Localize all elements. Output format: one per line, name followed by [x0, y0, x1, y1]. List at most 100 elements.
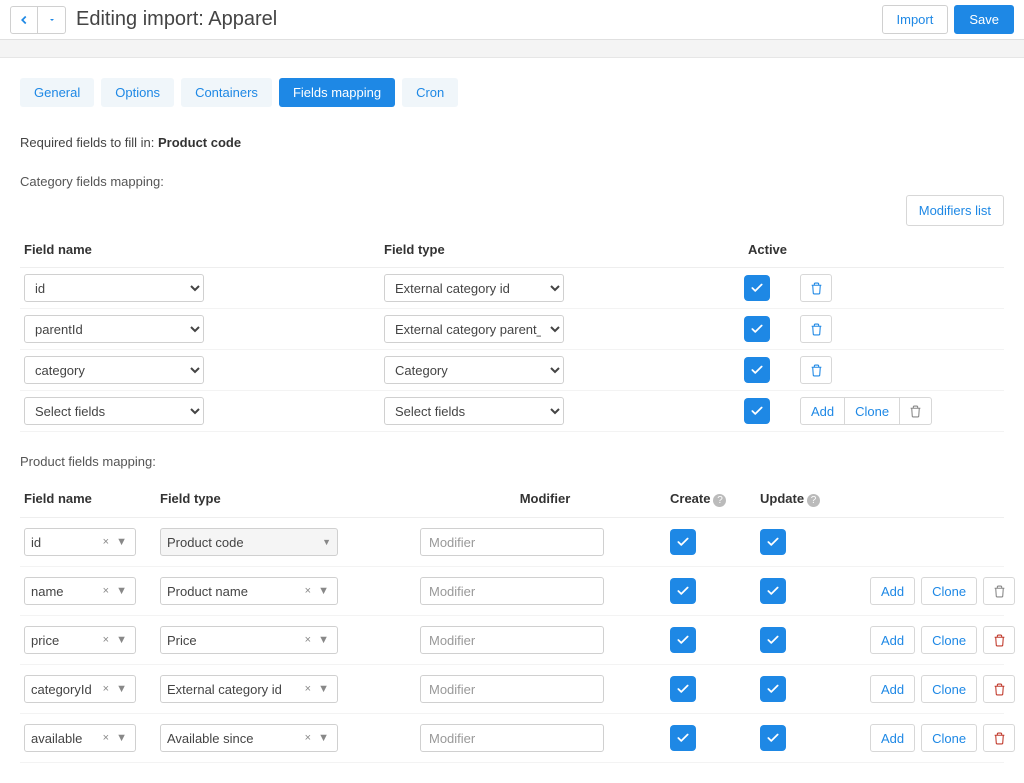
field-type-select[interactable]: Category	[384, 356, 564, 384]
add-button[interactable]: Add	[870, 724, 915, 752]
modifier-input[interactable]	[420, 577, 604, 605]
import-button[interactable]: Import	[882, 5, 949, 34]
delete-button[interactable]	[983, 626, 1015, 654]
page-header: Editing import: Apparel Import Save	[0, 0, 1024, 40]
category-table-header: Field name Field type Active	[20, 236, 1004, 268]
field-name-select[interactable]: id	[24, 274, 204, 302]
prod-header-create: Create?	[670, 491, 760, 507]
product-section-title: Product fields mapping:	[20, 454, 1004, 469]
page-title: Editing import: Apparel	[76, 8, 882, 31]
back-dropdown-button[interactable]	[38, 6, 66, 34]
create-checkbox[interactable]	[670, 725, 696, 751]
save-button[interactable]: Save	[954, 5, 1014, 34]
modifier-input[interactable]	[420, 528, 604, 556]
category-section-title: Category fields mapping:	[20, 174, 1004, 189]
field-name-select[interactable]: Select fields	[24, 397, 204, 425]
product-row: available× ▼ Available since× ▼ AddClone	[20, 714, 1004, 763]
update-checkbox[interactable]	[760, 529, 786, 555]
field-name-select[interactable]: name× ▼	[24, 577, 136, 605]
field-type-select[interactable]: External category id	[384, 274, 564, 302]
prod-header-field-type: Field type	[160, 491, 420, 507]
modifiers-list-button[interactable]: Modifiers list	[906, 195, 1004, 226]
update-checkbox[interactable]	[760, 676, 786, 702]
category-row: parentId External category parent_id	[20, 309, 1004, 350]
cat-header-active: Active	[744, 242, 1000, 257]
create-checkbox[interactable]	[670, 627, 696, 653]
required-fields-prefix: Required fields to fill in:	[20, 135, 158, 150]
category-row: id External category id	[20, 268, 1004, 309]
caret-down-icon	[48, 16, 56, 24]
product-row: price× ▼ Price× ▼ AddClone	[20, 616, 1004, 665]
field-type-select[interactable]: External category parent_id	[384, 315, 564, 343]
add-button[interactable]: Add	[870, 577, 915, 605]
category-row: Select fields Select fields AddClone	[20, 391, 1004, 432]
delete-button[interactable]	[983, 724, 1015, 752]
field-type-select[interactable]: Product code▼	[160, 528, 338, 556]
prod-header-field-name: Field name	[24, 491, 160, 507]
create-checkbox[interactable]	[670, 578, 696, 604]
product-row: name× ▼ Product name× ▼ AddClone	[20, 567, 1004, 616]
tab-containers[interactable]: Containers	[181, 78, 272, 107]
delete-button[interactable]	[983, 577, 1015, 605]
modifier-input[interactable]	[420, 675, 604, 703]
required-fields-value: Product code	[158, 135, 241, 150]
field-type-select[interactable]: Product name× ▼	[160, 577, 338, 605]
product-row: id× ▼ Product code▼	[20, 518, 1004, 567]
modifier-input[interactable]	[420, 724, 604, 752]
field-type-select[interactable]: Price× ▼	[160, 626, 338, 654]
create-checkbox[interactable]	[670, 529, 696, 555]
field-type-select[interactable]: Available since× ▼	[160, 724, 338, 752]
back-button[interactable]	[10, 6, 38, 34]
back-button-group	[10, 6, 66, 34]
field-name-select[interactable]: parentId	[24, 315, 204, 343]
add-button[interactable]: Add	[870, 675, 915, 703]
tab-options[interactable]: Options	[101, 78, 174, 107]
arrow-left-icon	[17, 13, 31, 27]
cat-header-field-name: Field name	[24, 242, 384, 257]
delete-button[interactable]	[800, 356, 832, 384]
field-name-select[interactable]: categoryId× ▼	[24, 675, 136, 703]
add-button[interactable]: Add	[800, 397, 845, 425]
tab-fields-mapping[interactable]: Fields mapping	[279, 78, 395, 107]
active-checkbox[interactable]	[744, 357, 770, 383]
update-checkbox[interactable]	[760, 627, 786, 653]
field-name-select[interactable]: category	[24, 356, 204, 384]
add-button[interactable]: Add	[870, 626, 915, 654]
field-name-select[interactable]: available× ▼	[24, 724, 136, 752]
field-type-select[interactable]: External category id× ▼	[160, 675, 338, 703]
modifier-input[interactable]	[420, 626, 604, 654]
clone-button[interactable]: Clone	[921, 724, 977, 752]
active-checkbox[interactable]	[744, 398, 770, 424]
product-table-header: Field name Field type Modifier Create? U…	[20, 485, 1004, 518]
header-actions: Import Save	[882, 5, 1014, 34]
update-checkbox[interactable]	[760, 578, 786, 604]
category-row: category Category	[20, 350, 1004, 391]
delete-button[interactable]	[800, 274, 832, 302]
prod-header-modifier: Modifier	[420, 491, 670, 507]
clone-button[interactable]: Clone	[845, 397, 900, 425]
delete-button[interactable]	[983, 675, 1015, 703]
help-icon[interactable]: ?	[713, 494, 726, 507]
clone-button[interactable]: Clone	[921, 577, 977, 605]
tab-cron[interactable]: Cron	[402, 78, 458, 107]
active-checkbox[interactable]	[744, 275, 770, 301]
required-fields-hint: Required fields to fill in: Product code	[20, 135, 1004, 150]
cat-header-field-type: Field type	[384, 242, 744, 257]
toolbar-spacer	[0, 40, 1024, 58]
tabs: General Options Containers Fields mappin…	[20, 78, 1004, 107]
delete-button[interactable]	[800, 315, 832, 343]
active-checkbox[interactable]	[744, 316, 770, 342]
prod-header-update: Update?	[760, 491, 870, 507]
main-container: General Options Containers Fields mappin…	[0, 58, 1024, 783]
update-checkbox[interactable]	[760, 725, 786, 751]
clone-button[interactable]: Clone	[921, 675, 977, 703]
tab-general[interactable]: General	[20, 78, 94, 107]
product-row: categoryId× ▼ External category id× ▼ AddC…	[20, 665, 1004, 714]
field-name-select[interactable]: price× ▼	[24, 626, 136, 654]
help-icon[interactable]: ?	[807, 494, 820, 507]
delete-button[interactable]	[900, 397, 932, 425]
create-checkbox[interactable]	[670, 676, 696, 702]
field-type-select[interactable]: Select fields	[384, 397, 564, 425]
clone-button[interactable]: Clone	[921, 626, 977, 654]
field-name-select[interactable]: id× ▼	[24, 528, 136, 556]
